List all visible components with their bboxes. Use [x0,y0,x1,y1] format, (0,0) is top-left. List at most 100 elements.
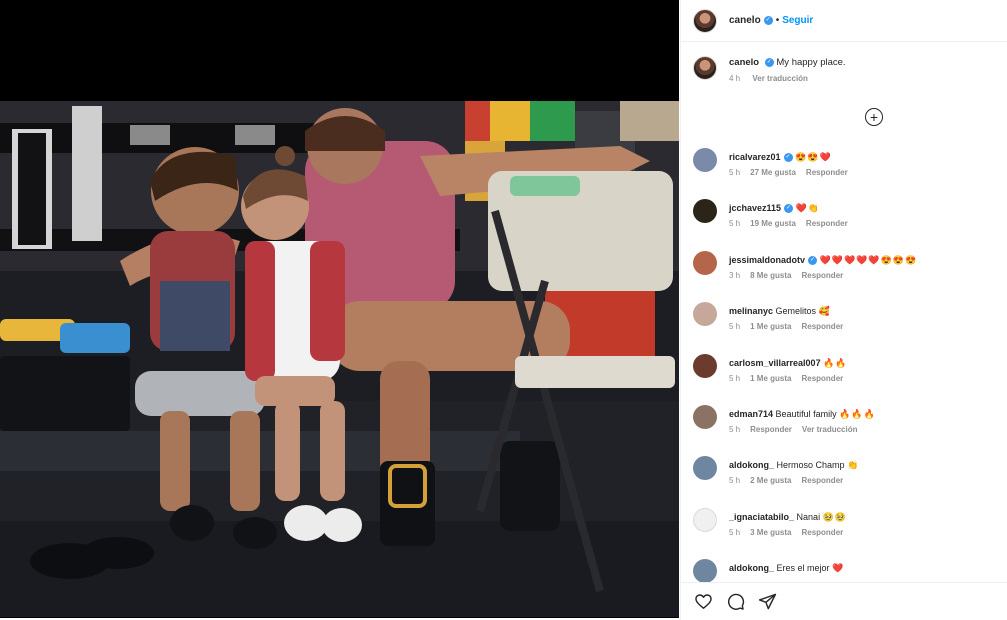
commenter-avatar[interactable] [693,508,717,532]
comment-icon[interactable] [725,592,745,612]
comment-meta: 5 h 19 Me gusta Responder [729,219,858,228]
comment-line: melinanyc Gemelitos 🥰 [729,305,853,317]
comment-likes[interactable]: 2 Me gusta [750,476,791,485]
commenter-avatar[interactable] [693,559,717,583]
comment-line: _ignaciatabilo_ Nanai 🥹🥹 [729,511,853,523]
comment-line: aldokong_ Eres el mejor ❤️ [729,562,844,574]
author-username[interactable]: canelo [729,15,761,26]
action-bar [681,582,1007,620]
comment-username[interactable]: carlosm_villarreal007 [729,358,821,368]
comment-username[interactable]: jcchavez115 [729,203,781,213]
commenter-avatar[interactable] [693,302,717,326]
comment-meta: 5 h 1 Me gusta Responder [729,374,853,383]
commenter-avatar[interactable] [693,199,717,223]
post-caption: canelo ✓ My happy place. 4 h Ver traducc… [693,56,993,83]
comment-likes[interactable]: 27 Me gusta [750,168,796,177]
comment-username[interactable]: jessimaldonadotv [729,255,805,265]
caption-line: canelo ✓ My happy place. [729,56,846,69]
reply-link[interactable]: Responder [801,271,843,280]
header-separator: • [775,15,780,26]
reply-link[interactable]: Responder [806,219,848,228]
comment-emoji: 🥹🥹 [822,512,847,522]
verified-badge-icon: ✓ [783,153,793,163]
post-photo-illustration [0,101,679,617]
plus-circle-icon[interactable]: + [865,108,883,126]
comment-text: Hermoso Champ [776,460,845,470]
comment-time[interactable]: 3 h [729,271,740,280]
comment-line: jcchavez115 ✓ ❤️👏 [729,202,858,214]
comment-text: Gemelitos [775,306,817,316]
comment-emoji: 🥰 [818,306,831,316]
comment-username[interactable]: ricalvarez01 [729,152,781,162]
commenter-avatar[interactable] [693,354,717,378]
comment-item: ricalvarez01 ✓ 😍😍❤️ 5 h 27 Me gusta Responde… [693,148,998,188]
post-header: canelo ✓ • Seguir [681,0,1007,42]
comment-text: Beautiful family [775,409,837,419]
comment-likes[interactable]: 1 Me gusta [750,374,791,383]
caption-time[interactable]: 4 h [729,74,740,83]
comment-emoji: ❤️👏 [795,203,820,213]
commenter-avatar[interactable] [693,405,717,429]
translate-link[interactable]: Ver traducción [802,425,858,434]
comment-text: Nanai [796,512,821,522]
comment-text: Eres el mejor [776,563,830,573]
comment-time[interactable]: 5 h [729,219,740,228]
share-icon[interactable] [757,592,777,612]
comment-time[interactable]: 5 h [729,322,740,331]
commenter-avatar[interactable] [693,456,717,480]
comment-line: edman714 Beautiful family 🔥🔥🔥 [729,408,876,420]
comment-meta: 5 h 3 Me gusta Responder [729,528,853,537]
follow-button[interactable]: Seguir [782,15,813,26]
caption-avatar[interactable] [693,56,717,80]
comment-username[interactable]: melinanyc [729,306,773,316]
comment-item: jessimaldonadotv ✓ ❤️❤️❤️❤️❤️😍😍😍 3 h 8 Me g… [693,251,998,291]
reply-link[interactable]: Responder [801,476,843,485]
comment-likes[interactable]: 3 Me gusta [750,528,791,537]
comment-emoji: ❤️ [832,563,845,573]
comment-item: _ignaciatabilo_ Nanai 🥹🥹 5 h 3 Me gusta Res… [693,508,998,548]
comment-item: melinanyc Gemelitos 🥰 5 h 1 Me gusta Respon… [693,302,998,342]
caption-translate-link[interactable]: Ver traducción [752,74,808,83]
comment-line: aldokong_ Hermoso Champ 👏 [729,459,859,471]
reply-link[interactable]: Responder [801,528,843,537]
comment-meta: 5 h 2 Me gusta Responder [729,476,859,485]
comment-item: jcchavez115 ✓ ❤️👏 5 h 19 Me gusta Responder [693,199,998,239]
post-photo[interactable] [0,101,679,617]
reply-link[interactable]: Responder [801,374,843,383]
post-media[interactable] [0,0,679,618]
comment-likes[interactable]: 1 Me gusta [750,322,791,331]
comment-username[interactable]: edman714 [729,409,773,419]
post-side-panel: canelo ✓ • Seguir canelo ✓ My happy plac… [680,0,1007,620]
comment-time[interactable]: 5 h [729,425,740,434]
comment-time[interactable]: 5 h [729,528,740,537]
commenter-avatar[interactable] [693,148,717,172]
comment-emoji: 🔥🔥 [823,358,848,368]
comment-emoji: ❤️❤️❤️❤️❤️😍😍😍 [819,255,918,265]
comment-time[interactable]: 5 h [729,168,740,177]
comment-username[interactable]: aldokong_ [729,563,774,573]
comment-username[interactable]: _ignaciatabilo_ [729,512,794,522]
comment-meta: 3 h 8 Me gusta Responder [729,271,917,280]
comment-line: carlosm_villarreal007 🔥🔥 [729,357,853,369]
author-avatar[interactable] [693,8,717,33]
reply-link[interactable]: Responder [806,168,848,177]
comment-likes[interactable]: 8 Me gusta [750,271,791,280]
comment-meta: 5 h 27 Me gusta Responder [729,168,858,177]
comment-item: carlosm_villarreal007 🔥🔥 5 h 1 Me gusta Res… [693,354,998,394]
comment-item: edman714 Beautiful family 🔥🔥🔥 5 h Responde… [693,405,998,445]
comment-emoji: 😍😍❤️ [795,152,832,162]
comment-emoji: 👏 [847,460,860,470]
comment-time[interactable]: 5 h [729,374,740,383]
comment-time[interactable]: 5 h [729,476,740,485]
comment-item: aldokong_ Hermoso Champ 👏 5 h 2 Me gusta Re… [693,456,998,496]
reply-link[interactable]: Responder [801,322,843,331]
comment-likes[interactable]: 19 Me gusta [750,219,796,228]
comment-username[interactable]: aldokong_ [729,460,774,470]
verified-badge-icon: ✓ [764,57,774,67]
comment-meta: 5 h 1 Me gusta Responder [729,322,853,331]
verified-badge-icon: ✓ [808,256,818,266]
commenter-avatar[interactable] [693,251,717,275]
heart-icon[interactable] [693,592,713,612]
reply-link[interactable]: Responder [750,425,792,434]
caption-username[interactable]: canelo [729,57,759,68]
